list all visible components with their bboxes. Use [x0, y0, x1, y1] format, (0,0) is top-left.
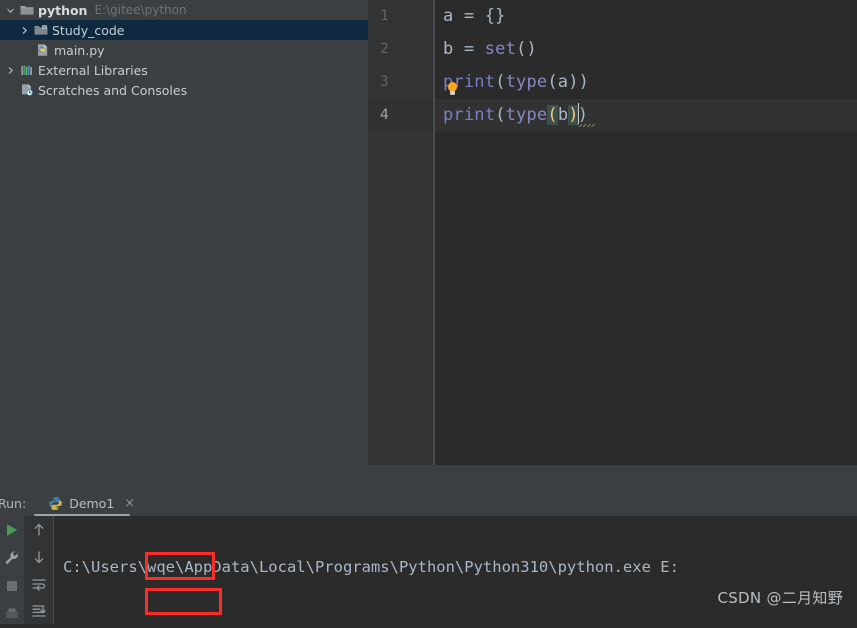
code-token: a — [443, 6, 454, 26]
close-icon[interactable]: × — [124, 496, 135, 511]
code-text-area[interactable]: a = {} b = set() print(type(a)) print(ty… — [435, 0, 857, 465]
tree-item-study-code[interactable]: Study_code — [0, 20, 368, 40]
chevron-right-icon[interactable] — [16, 26, 32, 35]
line-number: 2 — [380, 41, 389, 57]
folder-icon — [18, 4, 35, 16]
libraries-icon — [18, 64, 35, 77]
tree-item-label: main.py — [54, 42, 105, 58]
arrow-up-icon[interactable] — [24, 516, 53, 543]
code-token: () — [516, 39, 537, 59]
chevron-down-icon[interactable] — [2, 6, 18, 15]
run-controls-toolbar[interactable] — [0, 516, 24, 624]
console-line: <class 'dict'> — [55, 618, 857, 624]
code-token: b — [557, 105, 569, 125]
ide-top-area: python E:\gitee\python Study_code main.p… — [0, 0, 857, 490]
wrench-icon[interactable] — [0, 544, 24, 572]
project-tool-window[interactable]: python E:\gitee\python Study_code main.p… — [0, 0, 368, 490]
code-token: print — [443, 105, 496, 125]
stop-button[interactable] — [0, 572, 24, 600]
code-token: {} — [484, 6, 506, 26]
code-token: set — [484, 39, 517, 59]
scroll-to-end-icon[interactable] — [24, 597, 53, 624]
code-token-matched-paren: ( — [547, 105, 558, 125]
tree-item-external-libraries[interactable]: External Libraries — [0, 60, 368, 80]
code-token: = — [453, 39, 485, 59]
code-token: (a)) — [547, 72, 590, 92]
code-token: b — [443, 39, 454, 59]
run-window-label: Run: — [0, 495, 27, 511]
code-token: = — [453, 6, 485, 26]
run-tab-demo1[interactable]: Demo1 × — [44, 490, 139, 516]
lightbulb-icon[interactable] — [448, 82, 457, 91]
tree-item-path: E:\gitee\python — [94, 3, 187, 17]
tree-item-label: Study_code — [52, 22, 125, 38]
run-tab-bar[interactable]: Run: Demo1 × — [0, 490, 857, 516]
code-line-1[interactable]: a = {} — [435, 0, 857, 33]
tree-item-label: External Libraries — [38, 62, 148, 78]
tree-item-main-py[interactable]: main.py — [0, 40, 368, 60]
code-line-4[interactable]: print(type(b)) — [435, 99, 857, 132]
chevron-right-icon[interactable] — [2, 66, 18, 75]
scratches-icon — [18, 83, 35, 97]
code-token: ( — [495, 105, 506, 125]
tree-item-label: python — [38, 2, 88, 18]
line-number-current: 4 — [368, 99, 433, 132]
tree-item-label: Scratches and Consoles — [38, 82, 188, 98]
editor-gutter[interactable]: 1 2 3 4 — [368, 0, 434, 465]
tree-item-python[interactable]: python E:\gitee\python — [0, 0, 368, 20]
console-nav-toolbar[interactable] — [24, 516, 54, 624]
code-editor[interactable]: 1 2 3 4 a = {} b = set() print(type(a)) … — [368, 0, 857, 490]
error-squiggle — [577, 124, 595, 127]
console-line: C:\Users\wqe\AppData\Local\Programs\Pyth… — [63, 558, 679, 576]
tree-item-scratches-and-consoles[interactable]: Scratches and Consoles — [0, 80, 368, 100]
watermark: CSDN @二月知野 — [717, 589, 843, 607]
line-number: 3 — [380, 74, 389, 90]
python-file-icon — [34, 43, 51, 57]
code-line-3[interactable]: print(type(a)) — [435, 66, 857, 99]
soft-wrap-icon[interactable] — [24, 570, 53, 597]
code-token: ( — [495, 72, 506, 92]
code-token: ) — [577, 105, 589, 125]
code-token: type — [505, 72, 548, 92]
line-number: 1 — [380, 8, 389, 24]
editor-bottom-strip — [368, 465, 857, 490]
module-folder-icon — [32, 24, 49, 36]
code-line-2[interactable]: b = set() — [435, 33, 857, 66]
python-icon — [48, 496, 63, 511]
arrow-down-icon[interactable] — [24, 543, 53, 570]
rerun-button[interactable] — [0, 516, 24, 544]
run-tab-label: Demo1 — [69, 495, 115, 511]
code-token: type — [505, 105, 548, 125]
